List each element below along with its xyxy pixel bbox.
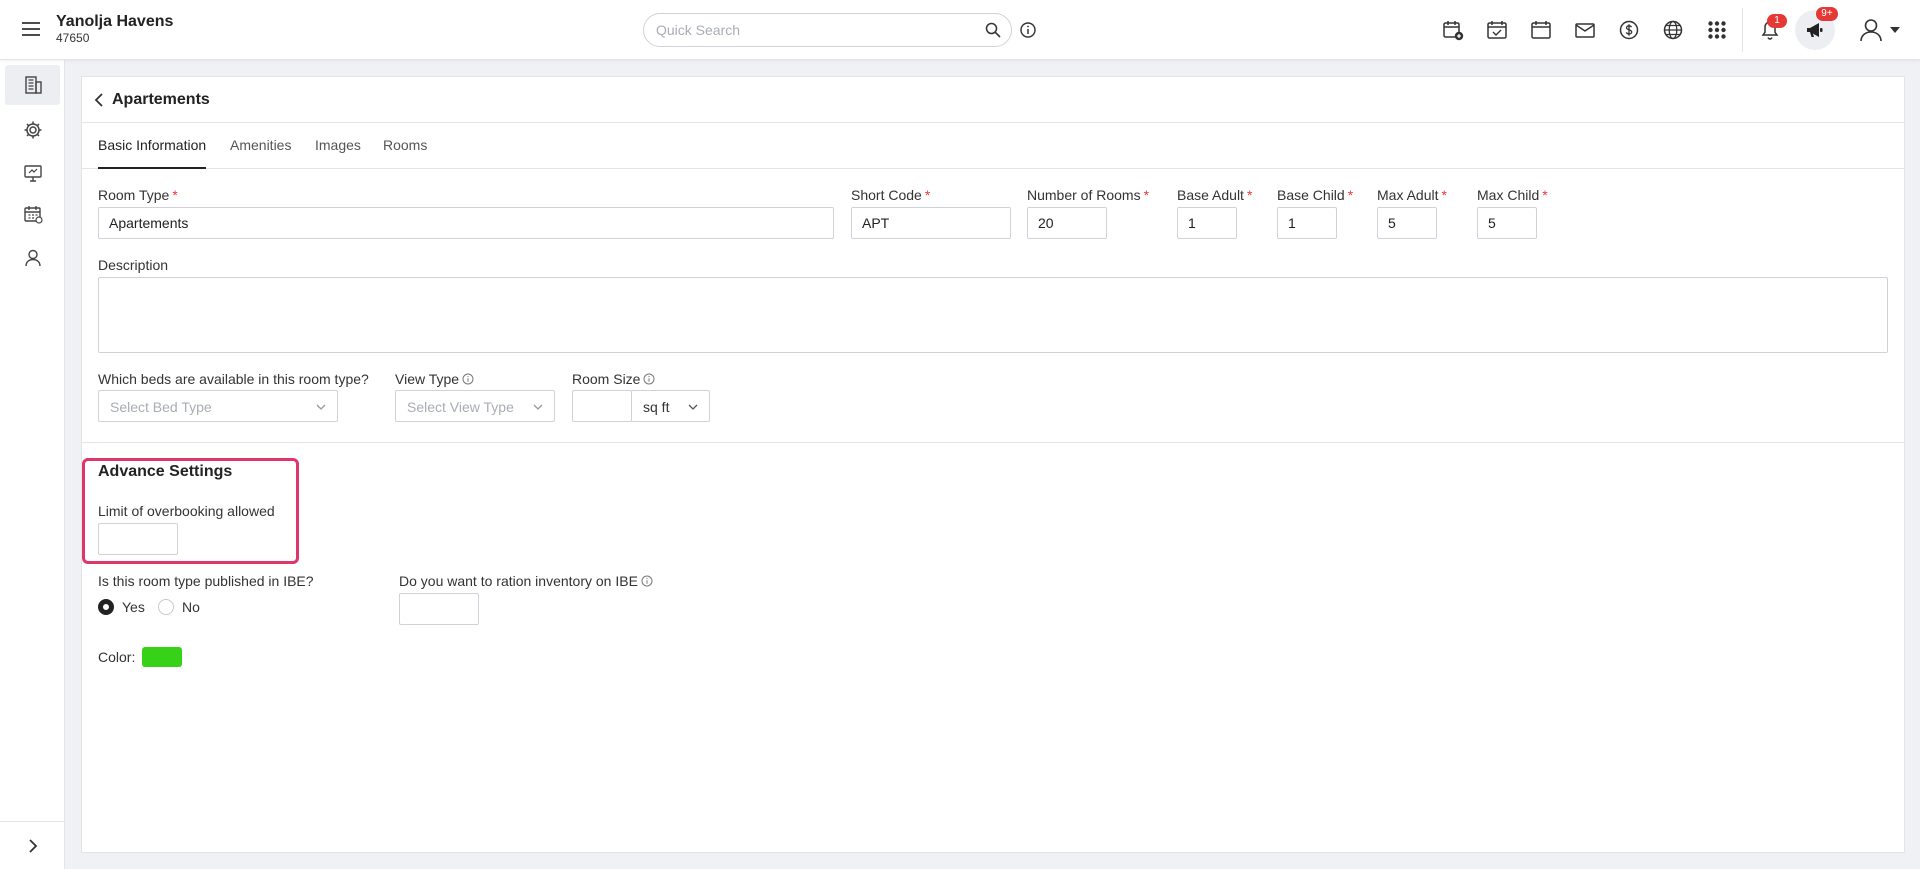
max-child-label: Max Child *: [1477, 187, 1548, 203]
tab-bar: Basic Information Amenities Images Rooms: [82, 123, 1904, 169]
overbooking-input[interactable]: [98, 523, 178, 555]
sidebar-expand-button[interactable]: [0, 821, 65, 869]
gear-icon: [23, 120, 43, 140]
search-icon[interactable]: [985, 22, 1001, 38]
short-code-input[interactable]: [851, 207, 1011, 239]
sidebar-item-display[interactable]: [5, 153, 60, 193]
overbooking-label: Limit of overbooking allowed: [98, 503, 275, 519]
room-size-unit-select[interactable]: sq ft: [631, 390, 710, 422]
view-type-label: View Type: [395, 371, 474, 387]
short-code-label: Short Code *: [851, 187, 931, 203]
chevron-right-icon: [27, 838, 39, 853]
sidebar-item-settings[interactable]: [5, 110, 60, 150]
base-child-input[interactable]: [1277, 207, 1337, 239]
ibe-published-label: Is this room type published in IBE?: [98, 573, 314, 589]
chevron-down-icon: [315, 401, 327, 413]
tab-amenities[interactable]: Amenities: [230, 123, 291, 168]
building-icon: [23, 75, 43, 95]
ibe-no-label: No: [182, 599, 200, 615]
advance-settings-title: Advance Settings: [98, 463, 233, 480]
calendar-icon[interactable]: [1528, 17, 1554, 43]
room-type-label: Room Type *: [98, 187, 178, 203]
dollar-icon[interactable]: [1616, 17, 1642, 43]
notification-badge: 1: [1767, 14, 1787, 28]
number-of-rooms-label: Number of Rooms *: [1027, 187, 1150, 203]
user-menu[interactable]: [1858, 16, 1908, 44]
room-size-input[interactable]: [572, 390, 632, 422]
bed-type-select[interactable]: Select Bed Type: [98, 390, 338, 422]
mail-icon[interactable]: [1572, 17, 1598, 43]
quick-search: [643, 13, 1012, 47]
ibe-radio-yes[interactable]: Yes: [98, 599, 145, 615]
ibe-yes-label: Yes: [122, 599, 145, 615]
sidebar-item-calendar[interactable]: [5, 194, 60, 234]
back-button[interactable]: [87, 88, 111, 112]
section-divider: [82, 442, 1904, 443]
user-icon: [1858, 17, 1884, 43]
max-adult-label: Max Adult *: [1377, 187, 1447, 203]
ration-inventory-label: Do you want to ration inventory on IBE: [399, 573, 653, 589]
radio-selected: [98, 599, 114, 615]
search-input[interactable]: [656, 14, 976, 46]
tab-images[interactable]: Images: [315, 123, 361, 168]
info-icon[interactable]: [1019, 21, 1037, 39]
base-adult-input[interactable]: [1177, 207, 1237, 239]
apps-grid-icon[interactable]: [1704, 17, 1730, 43]
base-child-label: Base Child *: [1277, 187, 1354, 203]
card-header: Apartements: [82, 77, 1904, 123]
ration-inventory-input[interactable]: [399, 593, 479, 625]
color-swatch[interactable]: [142, 647, 182, 667]
description-label: Description: [98, 257, 169, 273]
radio-unselected: [158, 599, 174, 615]
sidebar-item-users[interactable]: [5, 238, 60, 278]
menu-icon[interactable]: [20, 18, 42, 40]
monitor-icon: [23, 163, 43, 183]
tab-rooms[interactable]: Rooms: [383, 123, 427, 168]
property-id: 47650: [56, 31, 90, 45]
property-brand[interactable]: Yanolja Havens 47650: [56, 12, 173, 46]
user-icon: [23, 248, 43, 268]
globe-icon[interactable]: [1660, 17, 1686, 43]
base-adult-label: Base Adult *: [1177, 187, 1253, 203]
top-bar: Yanolja Havens 47650 1 9+: [0, 0, 1920, 60]
room-size-label: Room Size: [572, 371, 655, 387]
calendar-icon: [23, 204, 43, 224]
max-adult-input[interactable]: [1377, 207, 1437, 239]
room-type-card: Apartements Basic Information Amenities …: [81, 76, 1905, 853]
chevron-left-icon: [93, 93, 105, 107]
page-title: Apartements: [112, 91, 210, 108]
announcement-badge: 9+: [1816, 7, 1838, 21]
view-type-placeholder: Select View Type: [407, 399, 514, 415]
room-type-input[interactable]: [98, 207, 834, 239]
calendar-check-icon[interactable]: [1484, 17, 1510, 43]
info-icon: [641, 575, 653, 587]
max-child-input[interactable]: [1477, 207, 1537, 239]
ibe-radio-no[interactable]: No: [158, 599, 200, 615]
description-textarea[interactable]: [98, 277, 1888, 353]
info-icon: [462, 373, 474, 385]
sidebar: [0, 60, 65, 869]
info-icon: [643, 373, 655, 385]
header-divider: [1742, 8, 1743, 52]
sidebar-item-property[interactable]: [5, 65, 60, 105]
property-name: Yanolja Havens: [56, 13, 174, 30]
chevron-down-icon: [532, 401, 544, 413]
beds-label: Which beds are available in this room ty…: [98, 371, 369, 387]
view-type-select[interactable]: Select View Type: [395, 390, 555, 422]
room-size-unit: sq ft: [643, 399, 670, 415]
bed-type-placeholder: Select Bed Type: [110, 399, 212, 415]
caret-down-icon: [1890, 27, 1900, 33]
color-label: Color:: [98, 649, 136, 665]
calendar-add-icon[interactable]: [1440, 17, 1466, 43]
megaphone-icon: [1805, 20, 1825, 40]
tab-basic-information[interactable]: Basic Information: [98, 123, 207, 169]
number-of-rooms-input[interactable]: [1027, 207, 1107, 239]
chevron-down-icon: [687, 401, 699, 413]
